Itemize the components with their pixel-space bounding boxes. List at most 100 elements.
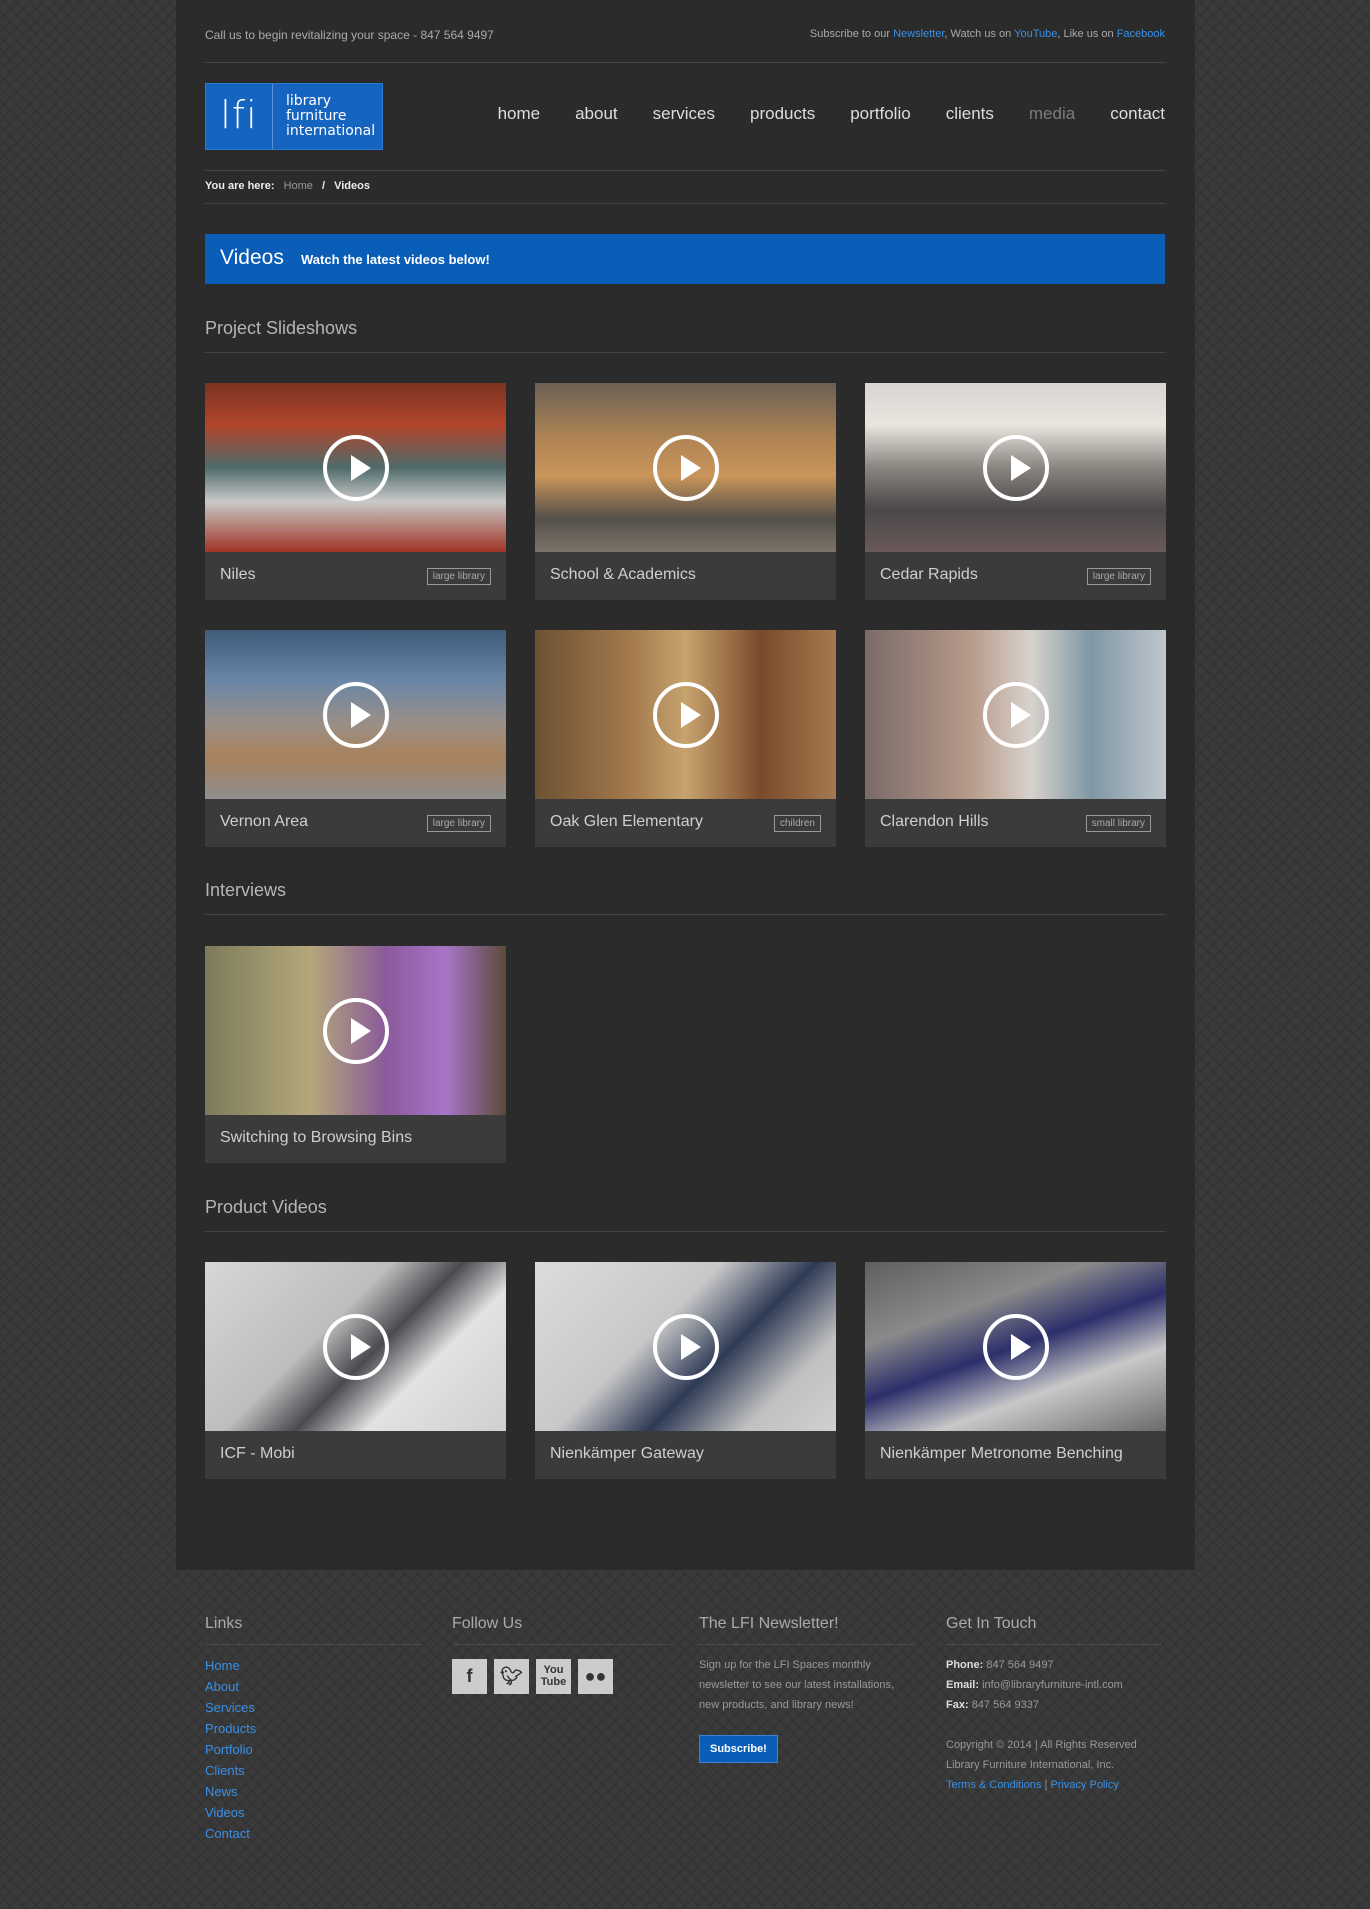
phone-label: Phone: <box>946 1659 984 1671</box>
play-icon[interactable] <box>653 1314 719 1380</box>
footer-link-portfolio[interactable]: Portfolio <box>205 1739 421 1760</box>
nav-contact[interactable]: contact <box>1110 104 1165 124</box>
video-card[interactable]: Nienkämper Metronome Benching <box>865 1262 1166 1479</box>
video-tag[interactable]: small library <box>1085 815 1151 832</box>
newsletter-text: Sign up for the LFI Spaces monthly newsl… <box>699 1659 895 1711</box>
breadcrumb-home[interactable]: Home <box>284 180 313 192</box>
video-title[interactable]: Niles <box>220 566 256 584</box>
play-icon[interactable] <box>323 1314 389 1380</box>
video-thumbnail[interactable] <box>205 1262 506 1431</box>
fax-label: Fax: <box>946 1699 969 1711</box>
site-logo[interactable]: lfi library furniture international <box>205 83 383 150</box>
video-tag[interactable]: children <box>773 815 821 832</box>
flickr-icon[interactable]: ●● <box>578 1659 613 1694</box>
video-tag[interactable]: large library <box>1086 568 1151 585</box>
footer-link-about[interactable]: About <box>205 1676 421 1697</box>
video-thumbnail[interactable] <box>535 1262 836 1431</box>
video-card[interactable]: ICF - Mobi <box>205 1262 506 1479</box>
video-title[interactable]: Nienkämper Gateway <box>550 1445 704 1463</box>
nav-media[interactable]: media <box>1029 104 1075 124</box>
copyright-block: Copyright © 2014 | All Rights Reserved L… <box>946 1735 1162 1795</box>
video-thumbnail[interactable] <box>865 630 1166 799</box>
footer-follow-title: Follow Us <box>452 1615 668 1645</box>
play-icon[interactable] <box>653 435 719 501</box>
play-icon[interactable] <box>653 682 719 748</box>
footer-link-clients[interactable]: Clients <box>205 1760 421 1781</box>
video-card[interactable]: Switching to Browsing Bins <box>205 946 506 1163</box>
video-title[interactable]: Vernon Area <box>220 813 308 831</box>
twitter-icon[interactable]: 🐦︎ <box>494 1659 529 1694</box>
terms-link[interactable]: Terms & Conditions <box>946 1779 1041 1791</box>
section-title-product-videos: Product Videos <box>205 1197 327 1217</box>
section-title-slideshows: Project Slideshows <box>205 318 358 338</box>
footer-link-products[interactable]: Products <box>205 1718 421 1739</box>
play-icon[interactable] <box>323 435 389 501</box>
play-icon[interactable] <box>983 1314 1049 1380</box>
video-thumbnail[interactable] <box>535 630 836 799</box>
video-card[interactable]: Cedar Rapids large library <box>865 383 1166 600</box>
page-subtitle: Watch the latest videos below! <box>301 252 490 267</box>
video-title[interactable]: Oak Glen Elementary <box>550 813 703 831</box>
video-thumbnail[interactable] <box>205 630 506 799</box>
page-container: Call us to begin revitalizing your space… <box>176 0 1195 1570</box>
video-card[interactable]: Niles large library <box>205 383 506 600</box>
social-links-text: Subscribe to our Newsletter, Watch us on… <box>810 28 1165 40</box>
subscribe-button[interactable]: Subscribe! <box>699 1735 778 1763</box>
video-tag[interactable]: large library <box>426 568 491 585</box>
footer-link-services[interactable]: Services <box>205 1697 421 1718</box>
nav-products[interactable]: products <box>750 104 815 124</box>
footer-newsletter-title: The LFI Newsletter! <box>699 1615 915 1645</box>
copyright-text: Copyright © 2014 | All Rights Reserved <box>946 1739 1137 1751</box>
video-title[interactable]: Cedar Rapids <box>880 566 978 584</box>
footer-link-videos[interactable]: Videos <box>205 1802 421 1823</box>
play-icon[interactable] <box>323 682 389 748</box>
breadcrumb-prefix: You are here: <box>205 180 275 192</box>
video-title[interactable]: Switching to Browsing Bins <box>220 1129 412 1147</box>
video-title[interactable]: Clarendon Hills <box>880 813 989 831</box>
facebook-link[interactable]: Facebook <box>1117 28 1165 40</box>
section-title-interviews: Interviews <box>205 880 287 900</box>
video-card[interactable]: Nienkämper Gateway <box>535 1262 836 1479</box>
video-thumbnail[interactable] <box>205 946 506 1115</box>
video-thumbnail[interactable] <box>535 383 836 552</box>
video-title[interactable]: School & Academics <box>550 566 696 584</box>
youtube-icon[interactable]: You Tube <box>536 1659 571 1694</box>
nav-services[interactable]: services <box>653 104 715 124</box>
video-title[interactable]: ICF - Mobi <box>220 1445 295 1463</box>
phone-value: 847 564 9497 <box>986 1659 1054 1671</box>
play-icon[interactable] <box>983 435 1049 501</box>
privacy-link[interactable]: Privacy Policy <box>1050 1779 1118 1791</box>
play-icon[interactable] <box>323 998 389 1064</box>
newsletter-link[interactable]: Newsletter <box>893 28 944 40</box>
breadcrumb-current: Videos <box>334 180 370 192</box>
video-tag[interactable]: large library <box>426 815 491 832</box>
footer-link-news[interactable]: News <box>205 1781 421 1802</box>
social-icons: f 🐦︎ You Tube ●● <box>452 1659 668 1694</box>
nav-about[interactable]: about <box>575 104 618 124</box>
footer-contact-column: Get In Touch Phone: 847 564 9497 Email: … <box>946 1615 1162 1795</box>
video-title[interactable]: Nienkämper Metronome Benching <box>880 1445 1123 1463</box>
footer-link-home[interactable]: Home <box>205 1655 421 1676</box>
video-thumbnail[interactable] <box>865 1262 1166 1431</box>
nav-home[interactable]: home <box>498 104 541 124</box>
nav-clients[interactable]: clients <box>946 104 994 124</box>
video-thumbnail[interactable] <box>205 383 506 552</box>
nav-portfolio[interactable]: portfolio <box>850 104 910 124</box>
facebook-icon[interactable]: f <box>452 1659 487 1694</box>
video-card[interactable]: Oak Glen Elementary children <box>535 630 836 847</box>
video-card[interactable]: Vernon Area large library <box>205 630 506 847</box>
youtube-link[interactable]: YouTube <box>1014 28 1057 40</box>
logo-line: furniture <box>286 108 347 124</box>
footer-link-contact[interactable]: Contact <box>205 1823 421 1844</box>
breadcrumb: You are here: Home / Videos <box>205 180 1165 192</box>
footer-follow-column: Follow Us f 🐦︎ You Tube ●● <box>452 1615 668 1694</box>
email-label: Email: <box>946 1679 980 1691</box>
logo-line: library <box>286 93 332 109</box>
footer-separator: | <box>1044 1779 1048 1791</box>
video-card[interactable]: Clarendon Hills small library <box>865 630 1166 847</box>
footer-newsletter-column: The LFI Newsletter! Sign up for the LFI … <box>699 1615 915 1763</box>
play-icon[interactable] <box>983 682 1049 748</box>
video-thumbnail[interactable] <box>865 383 1166 552</box>
video-card[interactable]: School & Academics <box>535 383 836 600</box>
page-title: Videos <box>220 246 284 269</box>
